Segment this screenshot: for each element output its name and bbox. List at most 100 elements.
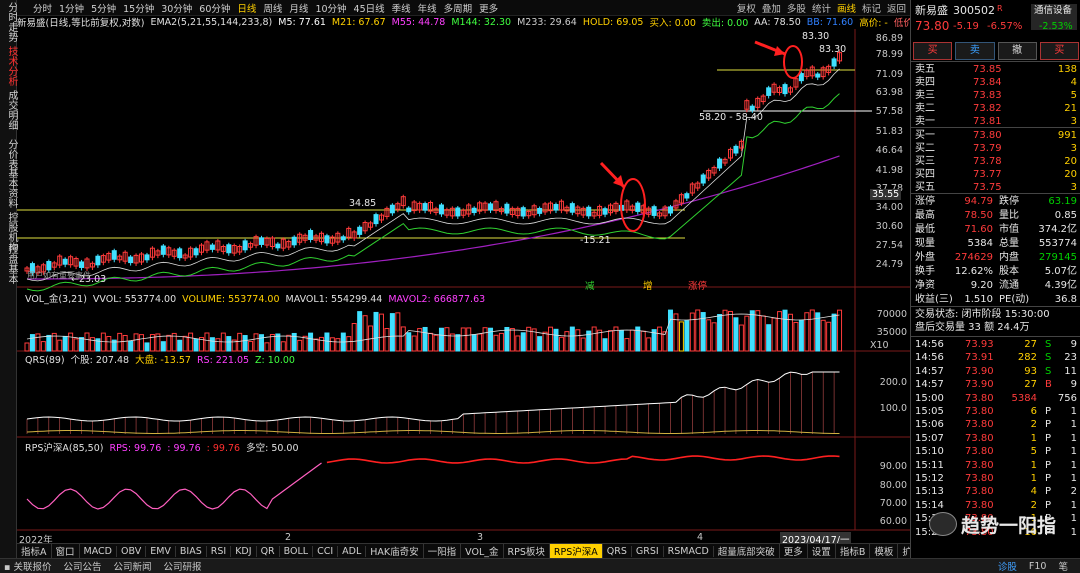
indicator-tab-12[interactable]: HAK庙奇安 <box>366 544 424 558</box>
period-45day[interactable]: 45日线 <box>354 1 385 15</box>
tab-timeshare[interactable]: 分时走势 <box>0 2 17 42</box>
indicator-right-tab-0[interactable]: 指标B <box>836 544 871 558</box>
bid-row[interactable]: 买四 73.77 20 <box>911 168 1080 181</box>
period-yearly[interactable]: 年线 <box>418 1 437 15</box>
volume-bar <box>422 326 428 352</box>
tick-time: 14:56 <box>915 339 944 350</box>
tick-count: 9 <box>1070 339 1077 350</box>
diagnose-button[interactable]: 诊股 <box>998 559 1017 573</box>
tick-price: 73.91 <box>965 352 994 364</box>
book-price: 73.77 <box>973 169 1002 180</box>
chart-area[interactable]: 86.89 78.99 71.09 63.98 57.58 51.83 46.64 41.98… <box>17 29 910 546</box>
book-volume: 20 <box>1064 156 1077 167</box>
period-weekly[interactable]: 周线 <box>263 1 282 15</box>
period-monthly[interactable]: 月线 <box>289 1 308 15</box>
candle <box>324 235 330 244</box>
indicator-tab-4[interactable]: EMV <box>146 545 176 557</box>
main-indicator-6: M233: 29.64 <box>517 16 577 28</box>
period-daily[interactable]: 日线 <box>237 1 256 15</box>
indicator-tab-6[interactable]: RSI <box>207 545 232 557</box>
period-5min[interactable]: 5分钟 <box>91 1 116 15</box>
bid-row[interactable]: 买一 73.80 991 <box>911 129 1080 142</box>
stat-value: 4.39亿 <box>1044 280 1077 291</box>
tick-time: 14:57 <box>915 365 944 377</box>
adjust-button[interactable]: 复权 <box>737 1 756 15</box>
indicator-tab-7[interactable]: KDJ <box>231 545 257 557</box>
indicator-tab-17[interactable]: QRS <box>603 545 632 557</box>
volume-bar <box>667 309 673 352</box>
indicator-tab-9[interactable]: BOLL <box>280 545 314 557</box>
indicator-tab-15[interactable]: RPS板块 <box>504 544 550 558</box>
indicator-tab-8[interactable]: QR <box>257 545 280 557</box>
indicator-tab-2[interactable]: MACD <box>80 545 117 557</box>
tab-trade-details[interactable]: 成交明细 <box>0 90 17 130</box>
indicator-tab-22[interactable]: 设置 <box>808 544 836 558</box>
draw-line-button[interactable]: 画线 <box>837 1 856 15</box>
kline-chart-svg[interactable] <box>17 29 910 541</box>
candle <box>406 207 412 213</box>
cancel-order-button[interactable]: 撤 <box>997 42 1037 60</box>
volume-bar <box>717 314 723 352</box>
tab-control-basics[interactable]: 控盘基本 <box>0 244 17 284</box>
main-indicator-2: M5: 77.61 <box>278 16 326 28</box>
price-axis-tick: 63.98 <box>875 87 903 98</box>
indicator-right-tab-2[interactable]: 扩展 <box>898 544 910 558</box>
indicator-tab-3[interactable]: OBV <box>117 545 147 557</box>
period-10min[interactable]: 10分钟 <box>315 1 346 15</box>
company-news-link[interactable]: 公司新闻 <box>114 559 152 573</box>
quick-buy-button[interactable]: 买 <box>1039 42 1079 60</box>
sell-button[interactable]: 卖 <box>955 42 995 60</box>
period-more[interactable]: 更多 <box>479 1 498 15</box>
period-15min[interactable]: 15分钟 <box>123 1 154 15</box>
candle <box>160 245 166 255</box>
indicator-tab-14[interactable]: VOL_金 <box>461 544 504 558</box>
buy-button[interactable]: 买 <box>913 42 953 60</box>
volume-bar <box>144 342 150 352</box>
multi-stock-button[interactable]: 多股 <box>787 1 806 15</box>
period-30min[interactable]: 30分钟 <box>161 1 192 15</box>
company-research-link[interactable]: 公司研报 <box>164 559 202 573</box>
tab-technical-analysis[interactable]: 技术分析 <box>0 46 17 86</box>
note-button[interactable]: 笔 <box>1058 559 1068 573</box>
indicator-right-tab-1[interactable]: 模板 <box>870 544 899 558</box>
back-button[interactable]: 返回 <box>887 1 906 15</box>
stats-button[interactable]: 统计 <box>812 1 831 15</box>
bid-row[interactable]: 买二 73.79 3 <box>911 142 1080 155</box>
indicator-tab-5[interactable]: BIAS <box>176 545 207 557</box>
ma-short-line <box>26 68 840 282</box>
f10-button[interactable]: F10 <box>1029 561 1047 572</box>
period-timeshare[interactable]: 分时 <box>33 1 52 15</box>
period-60min[interactable]: 60分钟 <box>199 1 230 15</box>
indicator-tab-18[interactable]: GRSI <box>632 545 664 557</box>
volume-bar <box>449 333 455 352</box>
ask-row[interactable]: 卖四 73.84 4 <box>911 76 1080 89</box>
indicator-tab-16[interactable]: RPS沪深A <box>549 544 603 558</box>
indicator-tab-13[interactable]: 一阳指 <box>424 544 462 558</box>
company-announcement-link[interactable]: 公司公告 <box>63 559 101 573</box>
candle <box>46 261 52 271</box>
ask-row[interactable]: 卖五 73.85 138 <box>911 63 1080 76</box>
indicator-tab-21[interactable]: 更多 <box>780 544 808 558</box>
volume-bar <box>580 337 586 352</box>
period-multi[interactable]: 多周期 <box>444 1 473 15</box>
period-quarterly[interactable]: 季线 <box>392 1 411 15</box>
overlay-button[interactable]: 叠加 <box>762 1 781 15</box>
indicator-tab-0[interactable]: 指标A <box>17 544 52 558</box>
ask-row[interactable]: 卖二 73.82 21 <box>911 102 1080 115</box>
tick-volume: 27 <box>1024 379 1037 391</box>
tab-fundamentals[interactable]: 基本资料 <box>0 168 17 208</box>
related-quote-link[interactable]: ▪ 关联报价 <box>4 559 51 573</box>
ask-row[interactable]: 卖三 73.83 5 <box>911 89 1080 102</box>
indicator-tab-19[interactable]: RSMACD <box>664 545 714 557</box>
indicator-tab-10[interactable]: CCI <box>313 545 339 557</box>
wechat-icon <box>929 512 957 536</box>
volume-bar <box>122 334 128 352</box>
period-1min[interactable]: 1分钟 <box>59 1 84 15</box>
tick-time: 15:06 <box>915 419 944 431</box>
tick-row: 15:05 73.80 6 P 1 <box>911 405 1080 418</box>
indicator-tab-11[interactable]: ADL <box>338 545 367 557</box>
indicator-tab-1[interactable]: 窗口 <box>52 544 80 558</box>
indicator-tab-20[interactable]: 超量底部突破 <box>714 544 780 558</box>
bid-row[interactable]: 买三 73.78 20 <box>911 155 1080 168</box>
mark-button[interactable]: 标记 <box>862 1 881 15</box>
